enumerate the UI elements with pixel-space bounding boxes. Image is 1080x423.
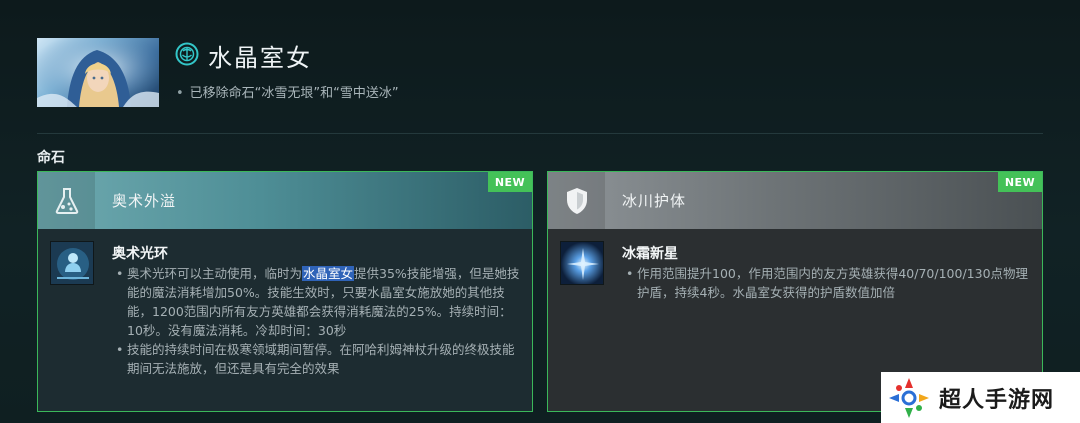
card-header: 冰川护体 NEW [548,172,1042,229]
site-logo-icon [887,376,931,420]
bullet-text: 奥术光环可以主动使用，临时为 [127,266,303,281]
description-bullet: 技能的持续时间在极寒领域期间暂停。在阿哈利姆神杖升级的终极技能期间无法施放，但还… [116,340,520,378]
arcane-aura-icon [50,241,94,285]
crystal-nova-icon [560,241,604,285]
new-badge: NEW [998,172,1042,192]
hero-name: 水晶室女 [208,44,312,72]
hero-note-text: 已移除命石“冰雪无垠”和“雪中送冰” [189,86,399,101]
card-title: 冰川护体 [622,192,687,210]
ability-description: 作用范围提升100，作用范围内的友方英雄获得40/70/100/130点物理护盾… [626,264,1030,302]
card-header: 奥术外溢 NEW [38,172,532,229]
highlighted-text: 水晶室女 [302,266,355,281]
card-body: 奥术光环 奥术光环可以主动使用，临时为水晶室女提供35%技能增强，但是她技能的魔… [38,229,532,411]
shield-icon [548,172,605,229]
site-watermark: 超人手游网 [881,372,1080,423]
intelligence-icon [175,42,199,66]
ability-description: 奥术光环可以主动使用，临时为水晶室女提供35%技能增强，但是她技能的魔法消耗增加… [116,264,520,378]
hero-note: • 已移除命石“冰雪无垠”和“雪中送冰” [176,82,399,101]
ability-name: 冰霜新星 [622,246,678,262]
hero-portrait [37,38,159,107]
description-bullet: 奥术光环可以主动使用，临时为水晶室女提供35%技能增强，但是她技能的魔法消耗增加… [116,264,520,340]
new-badge: NEW [488,172,532,192]
description-bullet: 作用范围提升100，作用范围内的友方英雄获得40/70/100/130点物理护盾… [626,264,1030,302]
card-title: 奥术外溢 [112,192,177,210]
flask-icon [38,172,95,229]
section-title: 命石 [37,150,65,166]
header-divider [37,133,1043,134]
facet-card-arcane-overflow[interactable]: 奥术外溢 NEW 奥术光环 奥术光环可以主动使用，临时为水晶室女提供35%技能增… [37,171,533,412]
bullet-dot: • [176,86,184,101]
ability-name: 奥术光环 [112,246,168,262]
watermark-text: 超人手游网 [939,387,1055,413]
